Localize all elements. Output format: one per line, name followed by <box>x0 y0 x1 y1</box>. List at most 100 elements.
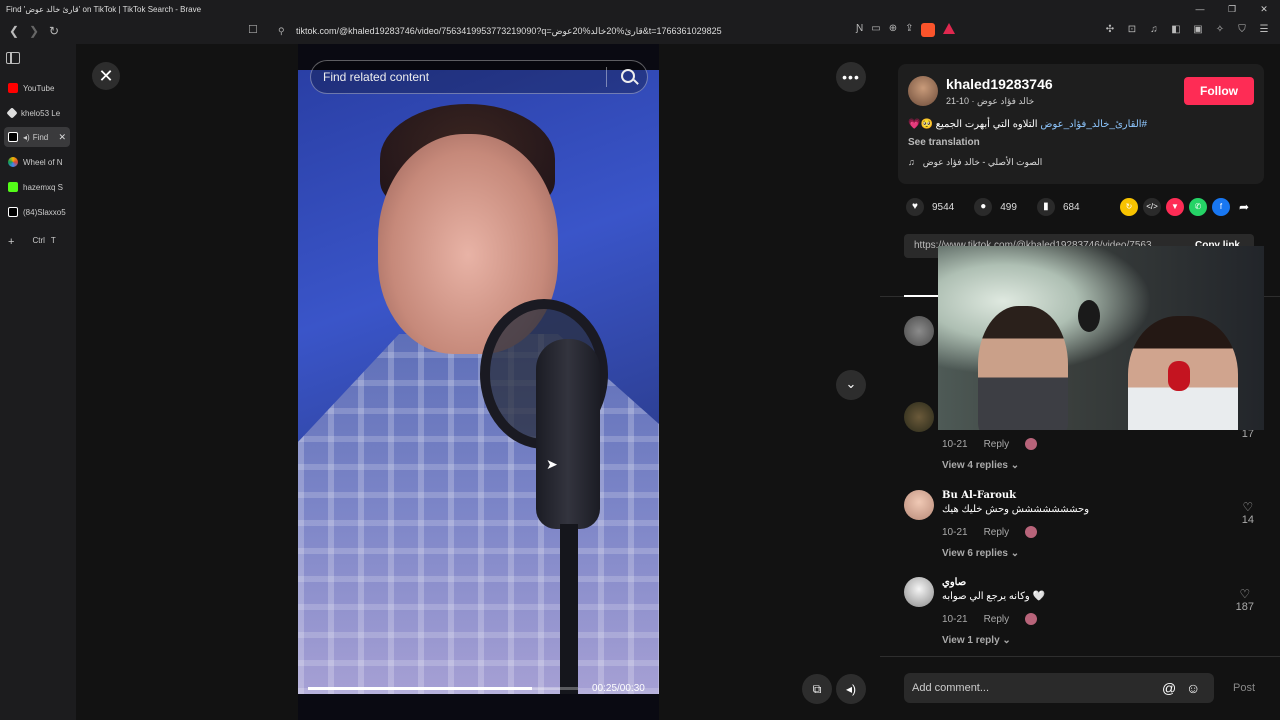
volume-button[interactable]: ◂) <box>836 674 866 704</box>
menu-icon[interactable]: ☰ <box>1256 22 1272 38</box>
webcam-person-left <box>978 306 1068 430</box>
video-viewer: ✕ Find related content ➤ 00:25/00:30 •••… <box>76 44 880 720</box>
comment-avatar[interactable] <box>904 402 934 432</box>
share-icon[interactable]: ⇪ <box>905 23 913 37</box>
picture-in-picture-button[interactable]: ⧉ <box>802 674 832 704</box>
cast-icon[interactable]: ▭ <box>871 23 880 37</box>
url-text: tiktok.com/@khaled19283746/video/7563419… <box>296 26 722 36</box>
search-divider <box>606 67 607 87</box>
brave-rewards-icon[interactable] <box>943 23 956 34</box>
creator-liked-icon <box>1025 526 1038 538</box>
caption-text: التلاوه التي أبهرت الجميع 🥺💗 <box>908 119 1038 130</box>
comment-input[interactable]: Add comment... @ ☺ <box>904 673 1214 703</box>
site-info-icon[interactable]: ⚲ <box>278 21 285 41</box>
back-button[interactable]: ❮ <box>4 21 24 41</box>
post-button[interactable]: Post <box>1233 673 1255 703</box>
more-options-button[interactable]: ••• <box>836 62 866 92</box>
author-avatar[interactable] <box>908 76 938 106</box>
reply-button[interactable]: Reply <box>984 614 1010 625</box>
browser-toolbar: ❮ ❯ ↻ ☐ ⚲ tiktok.com/@khaled19283746/vid… <box>0 18 1280 44</box>
comment-like[interactable]: ♡ 14 <box>1242 500 1254 526</box>
translate-icon[interactable]: Ɲ <box>856 23 863 37</box>
new-tab-shortcut-key: T <box>50 236 56 245</box>
comment-avatar[interactable] <box>904 490 934 520</box>
screenshot-icon[interactable]: ⊡ <box>1124 22 1140 38</box>
sound-link[interactable]: ♫ الصوت الأصلي - خالد فؤاد عوض <box>908 157 1042 168</box>
tab-youtube[interactable]: YouTube <box>4 78 70 98</box>
maximize-button[interactable]: ❐ <box>1216 0 1248 18</box>
window-title-bar: Find 'قارئ خالد عوض' on TikTok | TikTok … <box>0 0 1280 18</box>
tab-tiktok-2[interactable]: (84)Slaxxo5 <box>4 202 70 222</box>
close-video-button[interactable]: ✕ <box>92 62 120 90</box>
comment-like-count: 187 <box>1235 601 1254 613</box>
zoom-icon[interactable]: ⊕ <box>889 23 897 37</box>
send-icon[interactable]: ▼ <box>1166 198 1184 216</box>
related-search-bar[interactable]: Find related content <box>310 60 648 94</box>
vpn-icon[interactable]: ⛉ <box>1234 22 1250 38</box>
heart-outline-icon: ♡ <box>1242 500 1254 514</box>
video-player[interactable]: Find related content ➤ 00:25/00:30 <box>298 44 659 720</box>
brave-shields-icon[interactable] <box>921 23 936 37</box>
see-translation-link[interactable]: See translation <box>908 137 980 148</box>
comment-meta: 10-21 Reply <box>942 438 1038 450</box>
tab-wheel[interactable]: Wheel of N <box>4 152 70 172</box>
comment-avatar[interactable] <box>904 316 934 346</box>
wallet-icon[interactable]: ▣ <box>1190 22 1206 38</box>
author-username[interactable]: khaled19283746 <box>946 76 1053 92</box>
bookmark-icon[interactable]: ▮ <box>1036 198 1055 216</box>
minimize-button[interactable]: — <box>1184 0 1216 18</box>
view-replies-button[interactable]: View 4 replies ⌄ <box>942 460 1019 471</box>
new-tab-button[interactable]: + Ctrl T <box>8 236 56 248</box>
view-replies-button[interactable]: View 6 replies ⌄ <box>942 548 1019 559</box>
forward-button[interactable]: ❯ <box>24 21 44 41</box>
reload-button[interactable]: ↻ <box>44 21 64 41</box>
tab-kick[interactable]: hazemxq S <box>4 177 70 197</box>
tiktok-favicon-icon <box>8 132 18 142</box>
video-progress-bar[interactable] <box>308 687 578 690</box>
khelo-favicon-icon <box>6 107 18 119</box>
reply-button[interactable]: Reply <box>984 527 1010 538</box>
mention-icon[interactable]: @ <box>1162 673 1176 703</box>
author-subline: خالد فؤاد عوض · 10-21 <box>946 96 1035 106</box>
tab-khelo[interactable]: khelo53 Le <box>4 103 70 123</box>
bookmark-icon[interactable]: ☐ <box>248 23 258 36</box>
comment-author[interactable]: صاوي <box>942 577 966 588</box>
view-replies-label: View 4 replies <box>942 460 1008 471</box>
kick-favicon-icon <box>8 182 18 192</box>
like-icon[interactable]: ♥ <box>906 198 924 216</box>
sidebar-icon[interactable]: ◧ <box>1168 22 1184 38</box>
facebook-icon[interactable]: f <box>1212 198 1230 216</box>
search-icon[interactable] <box>621 69 635 83</box>
reply-button[interactable]: Reply <box>984 439 1010 450</box>
share-arrow-icon[interactable]: ➦ <box>1235 198 1253 216</box>
comment-author[interactable]: Bu Al-Farouk <box>942 490 1016 501</box>
comment-text: وحششششششش وحش خليك هيك <box>942 504 1090 515</box>
extensions-icon[interactable]: ✣ <box>1102 22 1118 38</box>
window-title: Find 'قارئ خالد عوض' on TikTok | TikTok … <box>6 4 202 14</box>
emoji-icon[interactable]: ☺ <box>1186 673 1200 703</box>
comment-avatar[interactable] <box>904 577 934 607</box>
whatsapp-icon[interactable]: ✆ <box>1189 198 1207 216</box>
microphone-stand <box>560 524 578 694</box>
view-replies-button[interactable]: View 1 reply ⌄ <box>942 635 1011 646</box>
media-icon[interactable]: ♫ <box>1146 22 1162 38</box>
comment-icon[interactable]: ● <box>974 198 993 216</box>
comment-item: صاوي وكانه يرجع الي صوابه 🤍 10-21 Reply … <box>904 577 1264 657</box>
tab-find-active[interactable]: ◂) Find ✕ <box>4 127 70 147</box>
tab-label: (84)Slaxxo5 <box>23 207 66 217</box>
leo-icon[interactable]: ✧ <box>1212 22 1228 38</box>
tab-label: hazemxq S <box>23 182 64 192</box>
embed-icon[interactable]: </> <box>1143 198 1161 216</box>
next-video-button[interactable]: ⌄ <box>836 370 866 400</box>
vertical-tabs-sidebar: YouTube khelo53 Le ◂) Find ✕ Wheel of N … <box>0 44 76 720</box>
comment-item: Bu Al-Farouk وحششششششش وحش خليك هيك 10-2… <box>904 490 1264 570</box>
repost-icon[interactable]: ↻ <box>1120 198 1138 216</box>
video-info-card: khaled19283746 خالد فؤاد عوض · 10-21 Fol… <box>898 64 1264 184</box>
follow-button[interactable]: Follow <box>1184 77 1254 105</box>
sidebar-toggle-icon[interactable] <box>6 52 20 64</box>
comment-meta: 10-21 Reply <box>942 613 1038 625</box>
caption-hashtag[interactable]: #القارئ_خالد_فؤاد_عوض <box>1040 119 1147 130</box>
comment-like[interactable]: ♡ 187 <box>1236 587 1254 613</box>
close-window-button[interactable]: ✕ <box>1248 0 1280 18</box>
close-tab-icon[interactable]: ✕ <box>58 132 66 143</box>
